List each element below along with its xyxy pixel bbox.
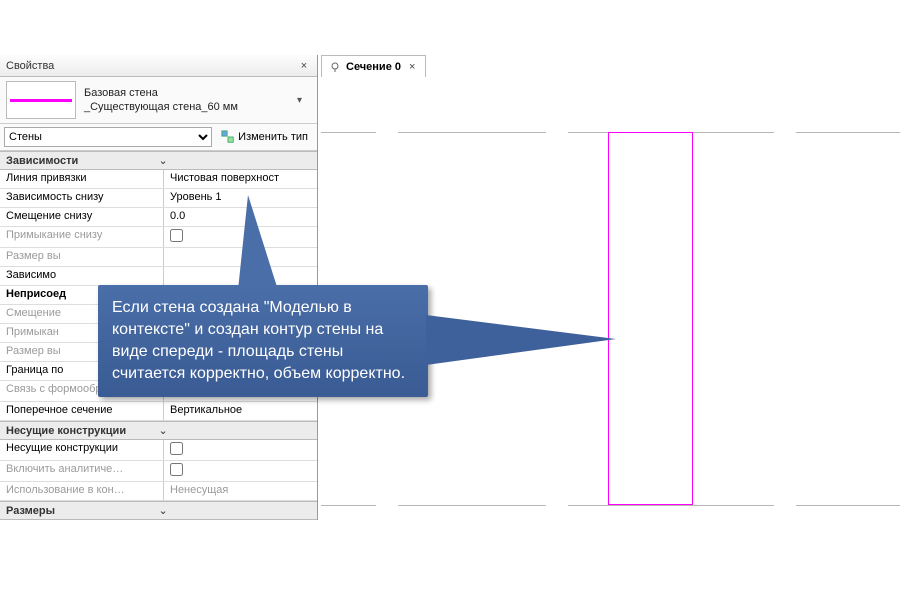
chevron-down-icon[interactable]: ▾ [297, 95, 311, 106]
tab-close-button[interactable]: × [407, 61, 417, 73]
panel-header: Свойства × [0, 55, 317, 77]
type-selector[interactable]: Базовая стена _Существующая стена_60 мм … [0, 77, 317, 124]
tab-label: Сечение 0 [346, 61, 401, 73]
edit-type-icon [221, 130, 235, 144]
callout-pointer-up [238, 195, 278, 290]
filter-row: Стены Изменить тип [0, 124, 317, 151]
checkbox[interactable] [170, 229, 183, 242]
collapse-icon[interactable]: ⌄ [159, 504, 312, 517]
collapse-icon[interactable]: ⌄ [159, 154, 312, 167]
type-label: Базовая стена _Существующая стена_60 мм [76, 86, 297, 114]
callout-tooltip: Если стена создана "Моделью в контексте"… [98, 285, 428, 397]
panel-title: Свойства [6, 60, 297, 72]
prop-row[interactable]: Поперечное сечениеВертикальное [0, 402, 317, 421]
group-structural[interactable]: Несущие конструкции⌄ [0, 421, 317, 440]
category-select[interactable]: Стены [4, 127, 212, 147]
prop-row[interactable]: Несущие конструкции [0, 440, 317, 461]
prop-row[interactable]: Линия привязкиЧистовая поверхност [0, 170, 317, 189]
pin-icon[interactable] [330, 62, 340, 72]
edit-type-button[interactable]: Изменить тип [216, 127, 313, 147]
prop-row[interactable]: Включить аналитиче… [0, 461, 317, 482]
callout-pointer-right [426, 315, 616, 365]
view-tabs: Сечение 0 × [321, 55, 426, 77]
collapse-icon[interactable]: ⌄ [159, 424, 312, 437]
group-dimensions[interactable]: Размеры⌄ [0, 501, 317, 520]
type-swatch [6, 81, 76, 119]
prop-row[interactable]: Использование в кон…Ненесущая [0, 482, 317, 501]
checkbox[interactable] [170, 442, 183, 455]
panel-close-button[interactable]: × [297, 60, 311, 72]
checkbox[interactable] [170, 463, 183, 476]
wall-outline[interactable] [608, 132, 693, 505]
group-dependencies[interactable]: Зависимости⌄ [0, 151, 317, 170]
tab-section[interactable]: Сечение 0 × [321, 55, 426, 77]
callout-body: Если стена создана "Моделью в контексте"… [98, 285, 428, 397]
